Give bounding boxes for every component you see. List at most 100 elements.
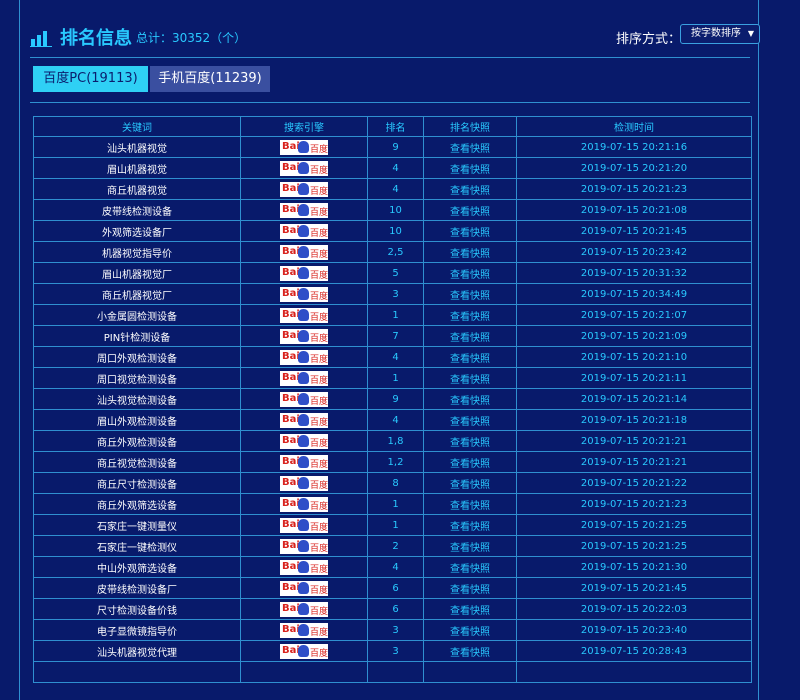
- baidu-logo-icon[interactable]: Bai 百度: [280, 580, 328, 596]
- column-header-keyword: 关键词: [33, 116, 241, 137]
- view-snapshot-link[interactable]: 查看快照: [423, 514, 517, 536]
- baidu-logo-icon[interactable]: Bai 百度: [280, 202, 328, 218]
- view-snapshot-link[interactable]: 查看快照: [423, 430, 517, 452]
- view-snapshot-link[interactable]: 查看快照: [423, 283, 517, 305]
- tab-mobile-baidu[interactable]: 手机百度(11239): [150, 66, 270, 92]
- baidu-logo-icon[interactable]: Bai 百度: [280, 412, 329, 428]
- baidu-logo-icon[interactable]: Bai 百度: [280, 307, 328, 323]
- sort-dropdown[interactable]: 按字数排序 ▼: [680, 24, 760, 44]
- baidu-logo-icon[interactable]: Bai 百度: [280, 139, 329, 155]
- view-snapshot-link[interactable]: 查看快照: [423, 199, 517, 221]
- table-row: 商丘视觉检测设备 Bai 百度 1,2 查看快照 2019-07-15 20:21:21: [33, 451, 752, 473]
- keyword-cell: 商丘尺寸检测设备: [33, 472, 241, 494]
- baidu-logo-icon[interactable]: Bai 百度: [280, 370, 328, 386]
- baidu-logo-icon[interactable]: Bai 百度: [280, 328, 328, 344]
- table-row: 商丘机器视觉厂 Bai 百度 3 查看快照 2019-07-15 20:34:49: [33, 283, 752, 305]
- baidu-logo-du-text: 百度: [310, 144, 329, 155]
- baidu-logo-icon[interactable]: Bai 百度: [280, 391, 328, 407]
- view-snapshot-link[interactable]: 查看快照: [423, 535, 517, 557]
- view-snapshot-link[interactable]: 查看快照: [423, 493, 517, 515]
- keyword-cell: 商丘外观筛选设备: [33, 493, 241, 515]
- view-snapshot-link[interactable]: 查看快照: [423, 220, 517, 242]
- view-snapshot-link: [423, 661, 517, 683]
- table-row: 中山外观筛选设备 Bai 百度 4 查看快照 2019-07-15 20:21:30: [33, 556, 752, 578]
- view-snapshot-link[interactable]: 查看快照: [423, 157, 517, 179]
- engine-cell: Bai 百度: [240, 157, 368, 179]
- rank-cell: 3: [367, 619, 424, 641]
- baidu-logo-icon[interactable]: Bai 百度: [280, 475, 329, 491]
- view-snapshot-link[interactable]: 查看快照: [423, 262, 517, 284]
- keyword-cell: 电子显微镜指导价: [33, 619, 241, 641]
- engine-cell: Bai 百度: [240, 409, 368, 431]
- view-snapshot-link[interactable]: 查看快照: [423, 640, 517, 662]
- baidu-logo-icon[interactable]: Bai 百度: [280, 181, 328, 197]
- view-snapshot-link[interactable]: 查看快照: [423, 325, 517, 347]
- rank-cell: 2,5: [367, 241, 424, 263]
- view-snapshot-link[interactable]: 查看快照: [423, 346, 517, 368]
- view-snapshot-link[interactable]: 查看快照: [423, 304, 517, 326]
- engine-cell: Bai 百度: [240, 220, 368, 242]
- baidu-logo-icon[interactable]: Bai 百度: [280, 160, 328, 176]
- rank-cell: [367, 661, 424, 683]
- view-snapshot-link[interactable]: 查看快照: [423, 451, 517, 473]
- keyword-cell: 尺寸检测设备价钱: [33, 598, 241, 620]
- rank-cell: 1,2: [367, 451, 424, 473]
- baidu-logo-icon[interactable]: Bai 百度: [280, 601, 328, 617]
- view-snapshot-link[interactable]: 查看快照: [423, 388, 517, 410]
- view-snapshot-link[interactable]: 查看快照: [423, 577, 517, 599]
- view-snapshot-link[interactable]: 查看快照: [423, 241, 517, 263]
- paw-icon: [298, 539, 309, 552]
- baidu-logo-icon[interactable]: Bai 百度: [280, 244, 328, 260]
- view-snapshot-link[interactable]: 查看快照: [423, 409, 517, 431]
- view-snapshot-link[interactable]: 查看快照: [423, 598, 517, 620]
- paw-icon: [298, 245, 309, 258]
- table-row: 周口外观检测设备 Bai 百度 4 查看快照 2019-07-15 20:21:10: [33, 346, 752, 368]
- check-time-cell: 2019-07-15 20:21:10: [516, 346, 752, 368]
- baidu-logo-icon[interactable]: Bai 百度: [280, 559, 328, 575]
- baidu-logo-du-text: 百度: [310, 417, 329, 428]
- keyword-cell: 石家庄一键检测仪: [33, 535, 241, 557]
- sort-selected-value: 按字数排序: [691, 28, 741, 39]
- baidu-logo-icon[interactable]: Bai 百度: [280, 517, 328, 533]
- baidu-logo-icon[interactable]: Bai 百度: [280, 349, 328, 365]
- baidu-logo-icon[interactable]: Bai 百度: [280, 265, 328, 281]
- rank-cell: 6: [367, 577, 424, 599]
- view-snapshot-link[interactable]: 查看快照: [423, 472, 517, 494]
- tab-baidu-pc[interactable]: 百度PC(19113): [33, 66, 148, 92]
- engine-cell: Bai 百度: [240, 556, 368, 578]
- baidu-logo-icon[interactable]: Bai 百度: [280, 223, 328, 239]
- baidu-logo-icon[interactable]: Bai 百度: [280, 454, 328, 470]
- view-snapshot-link[interactable]: 查看快照: [423, 136, 517, 158]
- rank-cell: 6: [367, 598, 424, 620]
- view-snapshot-link[interactable]: 查看快照: [423, 619, 517, 641]
- table-row: 商丘外观筛选设备 Bai 百度 1 查看快照 2019-07-15 20:21:23: [33, 493, 752, 515]
- rank-cell: 9: [367, 388, 424, 410]
- check-time-cell: 2019-07-15 20:22:03: [516, 598, 752, 620]
- check-time-cell: 2019-07-15 20:21:45: [516, 220, 752, 242]
- baidu-logo-du-text: 百度: [310, 480, 329, 491]
- rank-cell: 10: [367, 220, 424, 242]
- header: 排名信息 总计：30352（个） 排序方式： 按字数排序 ▼: [30, 24, 760, 50]
- paw-icon: [298, 392, 309, 405]
- baidu-logo-icon[interactable]: Bai 百度: [280, 286, 328, 302]
- view-snapshot-link[interactable]: 查看快照: [423, 178, 517, 200]
- check-time-cell: 2019-07-15 20:21:18: [516, 409, 752, 431]
- engine-cell: Bai 百度: [240, 472, 368, 494]
- paw-icon: [298, 560, 309, 573]
- column-header-engine: 搜索引擎: [240, 116, 368, 137]
- view-snapshot-link[interactable]: 查看快照: [423, 556, 517, 578]
- baidu-logo-icon[interactable]: Bai 百度: [280, 496, 328, 512]
- baidu-logo-icon[interactable]: Bai 百度: [280, 622, 329, 638]
- view-snapshot-link[interactable]: 查看快照: [423, 367, 517, 389]
- baidu-logo-icon[interactable]: Bai 百度: [280, 538, 328, 554]
- page-title: 排名信息: [60, 28, 132, 49]
- table-row: 外观筛选设备厂 Bai 百度 10 查看快照 2019-07-15 20:21:45: [33, 220, 752, 242]
- rank-cell: 8: [367, 472, 424, 494]
- baidu-logo-icon[interactable]: Bai 百度: [280, 433, 328, 449]
- keyword-cell: [33, 661, 241, 683]
- baidu-logo-icon[interactable]: Bai 百度: [280, 643, 328, 659]
- check-time-cell: 2019-07-15 20:21:25: [516, 514, 752, 536]
- baidu-logo-du-text: 百度: [310, 627, 329, 638]
- table-row: 小金属圆检测设备 Bai 百度 1 查看快照 2019-07-15 20:21:07: [33, 304, 752, 326]
- check-time-cell: 2019-07-15 20:28:43: [516, 640, 752, 662]
